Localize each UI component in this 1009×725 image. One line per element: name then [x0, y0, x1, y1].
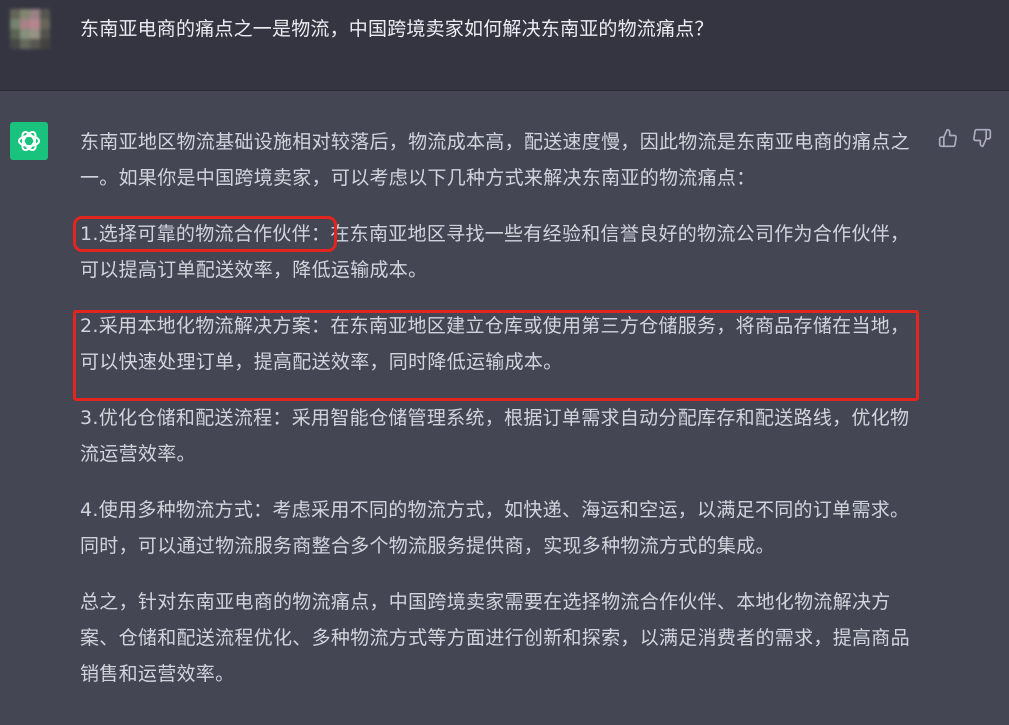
user-message-row: 东南亚电商的痛点之一是物流，中国跨境卖家如何解决东南亚的物流痛点？	[0, 0, 1009, 90]
answer-item-heading: 3.优化仓储和配送流程：	[80, 407, 292, 429]
feedback-buttons	[937, 127, 993, 149]
answer-intro: 东南亚地区物流基础设施相对较落后，物流成本高，配送速度慢，因此物流是东南亚电商的…	[80, 131, 910, 189]
answer-item-3: 3.优化仓储和配送流程：采用智能仓储管理系统，根据订单需求自动分配库存和配送路线…	[80, 400, 920, 472]
assistant-avatar	[10, 122, 48, 160]
message-divider	[0, 90, 1009, 91]
assistant-answer: 东南亚地区物流基础设施相对较落后，物流成本高，配送速度慢，因此物流是东南亚电商的…	[72, 124, 920, 712]
user-message-text: 东南亚电商的痛点之一是物流，中国跨境卖家如何解决东南亚的物流痛点？	[80, 18, 714, 40]
answer-conclusion: 总之，针对东南亚电商的物流痛点，中国跨境卖家需要在选择物流合作伙伴、本地化物流解…	[80, 591, 910, 685]
thumbs-up-icon	[938, 128, 957, 148]
answer-item-2: 2.采用本地化物流解决方案：在东南亚地区建立仓库或使用第三方仓储服务，将商品存储…	[80, 308, 920, 380]
answer-item-heading: 4.使用多种物流方式：	[80, 499, 273, 521]
answer-item-heading: 2.采用本地化物流解决方案：	[80, 315, 331, 337]
thumbs-down-button[interactable]	[971, 127, 993, 149]
thumbs-up-button[interactable]	[937, 127, 959, 149]
answer-item-1: 1.选择可靠的物流合作伙伴：在东南亚地区寻找一些有经验和信誉良好的物流公司作为合…	[72, 216, 920, 288]
highlighted-heading: 1.选择可靠的物流合作伙伴：	[72, 216, 338, 252]
answer-item-4: 4.使用多种物流方式：考虑采用不同的物流方式，如快递、海运和空运，以满足不同的订…	[80, 492, 920, 564]
thumbs-down-icon	[973, 128, 992, 148]
user-avatar	[10, 9, 50, 49]
openai-logo-icon	[18, 130, 40, 152]
